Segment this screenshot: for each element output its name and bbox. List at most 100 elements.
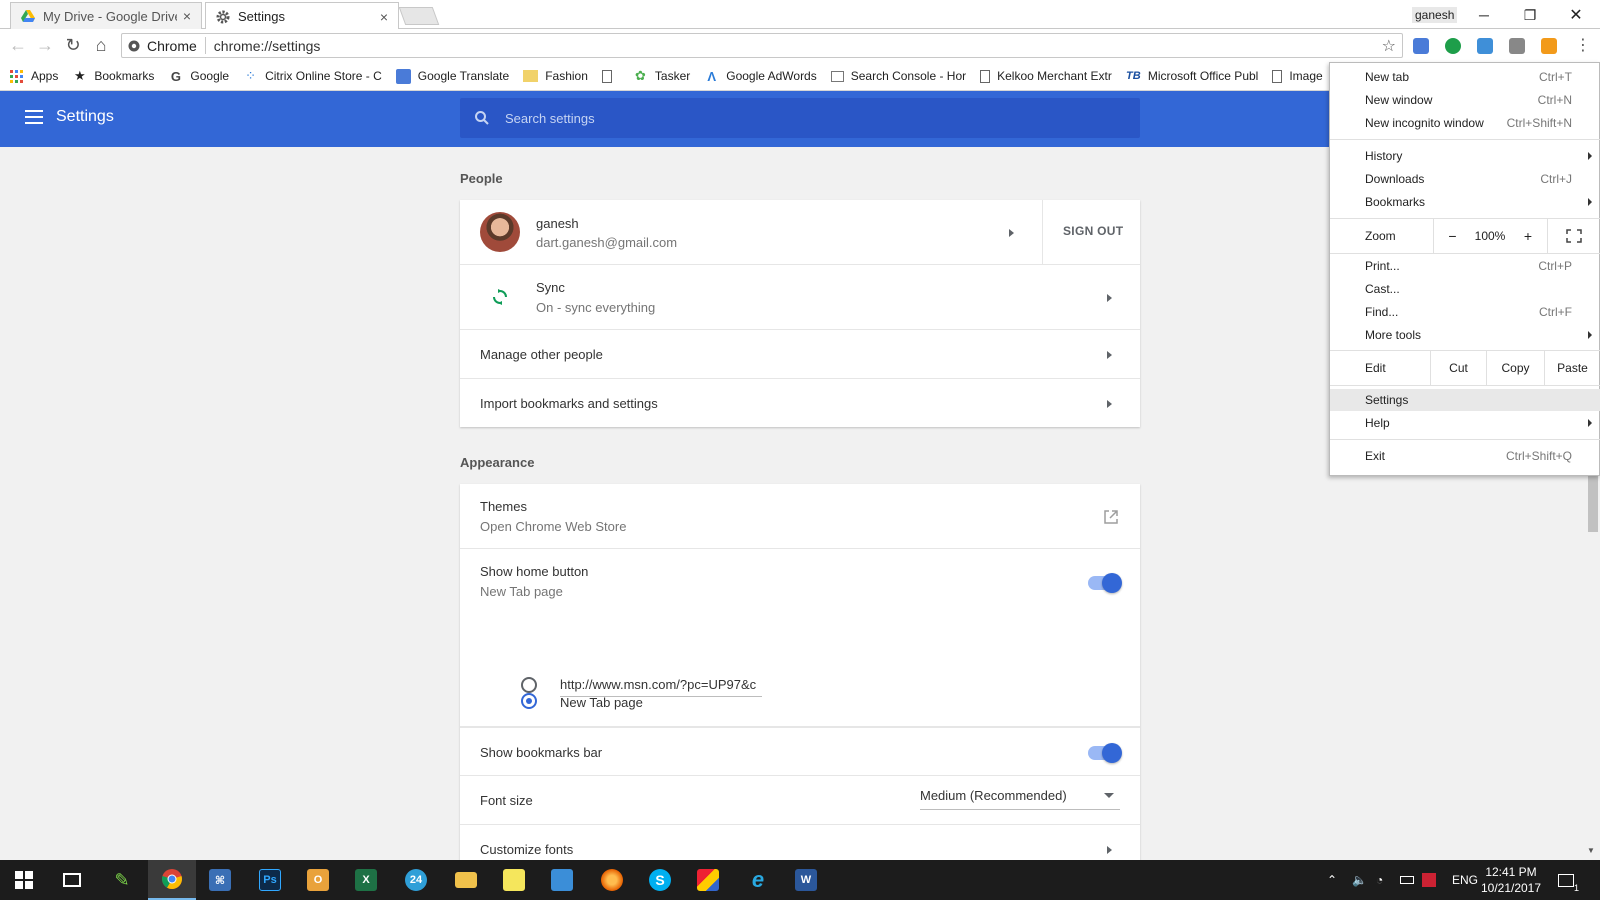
home-button-toggle[interactable] [1088, 573, 1122, 593]
customize-fonts-row[interactable]: Customize fonts [460, 825, 1140, 861]
menu-item-print[interactable]: Print... Ctrl+P [1330, 255, 1600, 277]
word-icon[interactable]: W [782, 860, 830, 900]
themes-row[interactable]: Themes Open Chrome Web Store [460, 484, 1140, 549]
file-explorer-icon[interactable] [442, 860, 490, 900]
menu-item-exit[interactable]: Exit Ctrl+Shift+Q [1330, 445, 1600, 467]
chevron-right-icon[interactable] [1107, 400, 1112, 408]
kebab-menu-icon[interactable]: ⋮ [1573, 35, 1593, 55]
menu-item-bookmarks[interactable]: Bookmarks [1330, 191, 1600, 213]
firefox-icon[interactable] [588, 860, 636, 900]
menu-item-find[interactable]: Find... Ctrl+F [1330, 301, 1600, 323]
restore-icon[interactable]: ❐ [1508, 3, 1552, 27]
sticky-notes-icon[interactable] [490, 860, 538, 900]
manage-people-row[interactable]: Manage other people [460, 330, 1140, 379]
task-view-icon[interactable] [48, 860, 96, 900]
address-bar[interactable]: Chrome chrome://settings ☆ [121, 33, 1403, 58]
remote-desktop-icon[interactable] [538, 860, 586, 900]
paint-app-icon[interactable] [684, 860, 732, 900]
hamburger-menu-icon[interactable] [25, 110, 43, 124]
open-in-new-icon[interactable] [1103, 509, 1119, 525]
tab-settings[interactable]: Settings × [205, 2, 399, 30]
bookmarks-bar-row[interactable]: Show bookmarks bar [460, 727, 1140, 776]
excel-icon[interactable]: X [342, 860, 390, 900]
menu-item-new-window[interactable]: New window Ctrl+N [1330, 89, 1600, 111]
bookmark-page[interactable] [601, 69, 619, 83]
close-icon[interactable]: × [380, 9, 388, 25]
wifi-icon[interactable]: ◔ [1376, 860, 1383, 900]
bookmark-adwords[interactable]: Λ Google AdWords [704, 69, 816, 84]
profile-row[interactable]: ganesh dart.ganesh@gmail.com SIGN OUT [460, 200, 1140, 265]
battery-icon[interactable] [1400, 860, 1414, 900]
close-icon[interactable]: × [183, 8, 191, 24]
clock-24-app-icon[interactable]: 24 [392, 860, 440, 900]
grey-extension-icon[interactable] [1509, 38, 1525, 54]
paste-button[interactable]: Paste [1544, 351, 1600, 385]
close-window-icon[interactable]: ✕ [1554, 3, 1598, 27]
bookmark-search-console[interactable]: Search Console - Hor [830, 69, 966, 83]
bookmarks-bar-toggle[interactable] [1088, 743, 1122, 763]
bookmark-office[interactable]: TB Microsoft Office Publ [1126, 69, 1258, 84]
internet-explorer-icon[interactable]: e [734, 860, 782, 900]
chrome-taskbar-icon[interactable] [148, 860, 196, 900]
photoshop-icon[interactable]: Ps [246, 860, 294, 900]
back-icon[interactable]: ← [8, 35, 28, 55]
menu-item-settings[interactable]: Settings [1330, 389, 1600, 411]
font-size-select[interactable]: Medium (Recommended) [920, 788, 1120, 810]
translate-extension-icon[interactable] [1413, 38, 1429, 54]
scrollbar-thumb[interactable] [1588, 470, 1598, 532]
network-app-icon[interactable]: ⌘ [196, 860, 244, 900]
green-extension-icon[interactable] [1445, 38, 1461, 54]
radio-custom-url[interactable] [521, 677, 537, 693]
search-input[interactable]: Search settings [460, 98, 1140, 138]
chevron-right-icon[interactable] [1107, 351, 1112, 359]
chevron-right-icon[interactable] [1009, 229, 1014, 237]
chevron-right-icon[interactable] [1107, 846, 1112, 854]
security-chip[interactable]: Chrome [122, 37, 206, 54]
skype-icon[interactable]: S [636, 860, 684, 900]
minimize-icon[interactable]: ─ [1462, 3, 1506, 27]
bookmark-image[interactable]: Image [1272, 69, 1323, 83]
scroll-down-icon[interactable]: ▼ [1587, 846, 1595, 855]
custom-url-input[interactable]: http://www.msn.com/?pc=UP97&c [560, 677, 762, 697]
star-icon[interactable]: ☆ [1382, 36, 1396, 56]
sync-row[interactable]: Sync On - sync everything [460, 265, 1140, 330]
zoom-out-button[interactable]: − [1433, 219, 1471, 253]
zoom-in-button[interactable]: + [1509, 219, 1547, 253]
reload-icon[interactable]: ↻ [63, 35, 83, 55]
forward-icon[interactable]: → [35, 35, 55, 55]
tab-google-drive[interactable]: My Drive - Google Drive × [10, 2, 202, 29]
bookmark-kelkoo[interactable]: Kelkoo Merchant Extr [980, 69, 1112, 83]
fullscreen-icon[interactable] [1547, 219, 1600, 253]
menu-item-history[interactable]: History [1330, 145, 1600, 167]
menu-item-cast[interactable]: Cast... [1330, 278, 1600, 300]
outlook-icon[interactable]: O [294, 860, 342, 900]
menu-item-more-tools[interactable]: More tools [1330, 324, 1600, 346]
menu-item-incognito[interactable]: New incognito window Ctrl+Shift+N [1330, 112, 1600, 134]
volume-icon[interactable]: 🔈 [1352, 860, 1367, 900]
taskbar-clock[interactable]: 12:41 PM 10/21/2017 [1476, 864, 1546, 896]
bookmark-bookmarks[interactable]: ★ Bookmarks [72, 68, 154, 84]
bookmark-translate[interactable]: Google Translate [395, 68, 509, 84]
bookmark-fashion[interactable]: Fashion [523, 69, 588, 83]
cut-button[interactable]: Cut [1430, 351, 1486, 385]
copy-button[interactable]: Copy [1486, 351, 1544, 385]
security-tray-icon[interactable] [1422, 860, 1436, 900]
sign-out-button[interactable]: SIGN OUT [1063, 224, 1123, 238]
profile-name[interactable]: ganesh [1412, 7, 1458, 23]
pen-app-icon[interactable]: ✎ [98, 860, 146, 900]
chevron-right-icon[interactable] [1107, 294, 1112, 302]
radio-new-tab[interactable] [521, 693, 537, 709]
menu-item-help[interactable]: Help [1330, 412, 1600, 434]
tray-chevron-icon[interactable]: ⌃ [1327, 860, 1337, 900]
bookmark-citrix[interactable]: ⁘ Citrix Online Store - C [243, 68, 382, 84]
menu-item-downloads[interactable]: Downloads Ctrl+J [1330, 168, 1600, 190]
notifications-icon[interactable]: 1 [1558, 860, 1579, 900]
orange-extension-icon[interactable] [1541, 38, 1557, 54]
blue-extension-icon[interactable] [1477, 38, 1493, 54]
home-icon[interactable]: ⌂ [91, 35, 111, 55]
new-tab-button[interactable] [398, 7, 440, 25]
bookmark-tasker[interactable]: ✿ Tasker [633, 68, 690, 84]
menu-item-new-tab[interactable]: New tab Ctrl+T [1330, 66, 1600, 88]
language-indicator[interactable]: ENG [1452, 860, 1478, 900]
import-row[interactable]: Import bookmarks and settings [460, 379, 1140, 427]
